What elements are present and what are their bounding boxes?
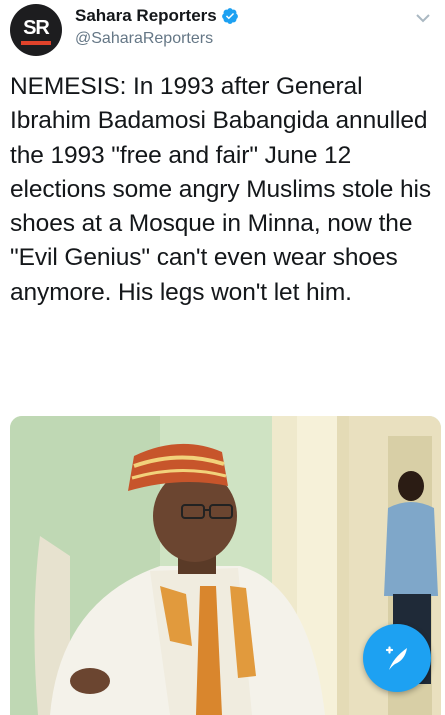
tweet-header: SR Sahara Reporters @SaharaReporters [10,4,435,56]
avatar-initials: SR [23,16,50,39]
avatar[interactable]: SR [10,4,62,56]
avatar-logo-bar [21,40,51,45]
chevron-down-icon[interactable] [415,10,431,26]
tweet-text: NEMESIS: In 1993 after General Ibrahim B… [10,73,432,306]
compose-tweet-button[interactable] [363,624,431,692]
verified-badge-icon [221,8,238,24]
handle[interactable]: @SaharaReporters [75,30,239,48]
display-name[interactable]: Sahara Reporters [75,6,217,26]
author-info[interactable]: Sahara Reporters @SaharaReporters [75,4,239,48]
compose-tweet-icon [385,646,407,670]
